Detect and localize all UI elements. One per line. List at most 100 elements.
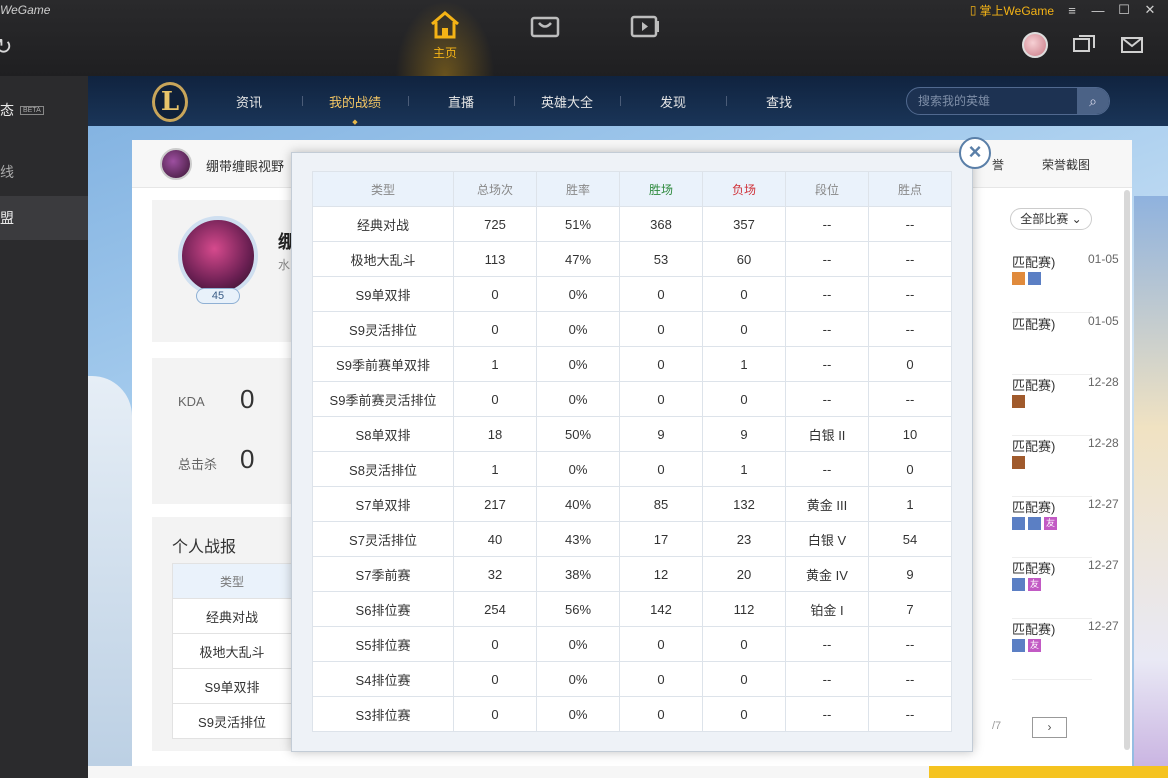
table-row[interactable]: S9季前赛灵活排位 0 0% 0 0 -- -- <box>312 381 952 417</box>
profile-avatar <box>178 216 258 296</box>
match-item[interactable]: 匹配赛) 12-28 <box>1012 375 1119 436</box>
table-header-row: 类型 总场次 胜率 胜场 负场 段位 胜点 <box>312 171 952 207</box>
bottom-accent <box>929 766 1168 778</box>
minimize-icon[interactable]: — <box>1090 3 1106 18</box>
table-row[interactable]: S9灵活排位 0 0% 0 0 -- -- <box>312 311 952 347</box>
table-row[interactable]: S7季前赛 32 38% 12 20 黄金 IV 9 <box>312 556 952 592</box>
refresh-icon[interactable]: ↻ <box>0 34 12 60</box>
hero-search-input[interactable]: 搜索我的英雄 ⌕ <box>906 87 1110 115</box>
table-row[interactable]: S9灵活排位 <box>172 703 292 739</box>
honor-screenshot-link[interactable]: 荣誉截图 <box>1042 156 1090 173</box>
honor-link[interactable]: 誉 <box>992 156 1004 173</box>
cell-rank: 白银 II <box>785 416 869 452</box>
lol-tab-news[interactable]: 资讯 <box>196 76 302 126</box>
table-row[interactable]: S6排位赛 254 56% 142 112 铂金 I7 <box>312 591 952 627</box>
personal-header: 类型 <box>172 563 292 599</box>
picture-icon <box>1028 272 1041 285</box>
lol-tab-live[interactable]: 直播 <box>408 76 514 126</box>
lol-nav: 资讯 我的战绩 直播 英雄大全 发现 查找 <box>196 76 832 127</box>
mail-icon[interactable] <box>1120 34 1144 56</box>
cell-type: S6排位赛 <box>312 591 454 627</box>
table-row[interactable]: S7灵活排位 40 43% 17 23 白银 V 54 <box>312 521 952 557</box>
mobile-wegame-link[interactable]: ▯ 掌上WeGame <box>970 2 1054 19</box>
chat-icon[interactable] <box>1072 34 1096 56</box>
sidebar-item-3[interactable]: 盟 <box>0 196 88 240</box>
table-row[interactable]: S9单双排 0 0% 0 0 -- -- <box>312 276 952 312</box>
ranked-stats-table: 类型 总场次 胜率 胜场 负场 段位 胜点 经典对战 725 51% 368 357 --… <box>312 171 952 732</box>
cell-rank: -- <box>785 626 869 662</box>
table-row[interactable]: 经典对战 725 51% 368 357 -- -- <box>312 206 952 242</box>
cell-total: 40 <box>453 521 537 557</box>
cell-rank: -- <box>785 276 869 312</box>
table-row[interactable]: S8灵活排位 1 0% 0 1 -- 0 <box>312 451 952 487</box>
table-row[interactable]: S4排位赛 0 0% 0 0 -- -- <box>312 661 952 697</box>
table-row[interactable]: S8单双排 18 50% 9 9 白银 II 10 <box>312 416 952 452</box>
page-scrollbar[interactable] <box>1124 190 1130 750</box>
nav-video-button[interactable] <box>595 0 695 76</box>
cell-losses: 1 <box>702 346 786 382</box>
table-row[interactable]: S5排位赛 0 0% 0 0 -- -- <box>312 626 952 662</box>
nav-home-button[interactable]: 主页 <box>395 0 495 76</box>
video-icon <box>630 15 659 38</box>
cell-total: 1 <box>453 346 537 382</box>
cell-type: 极地大乱斗 <box>312 241 454 277</box>
match-item[interactable]: 匹配赛) 12-28 <box>1012 436 1119 497</box>
table-row[interactable]: 极地大乱斗 <box>172 633 292 669</box>
beta-badge: BETA <box>20 105 44 115</box>
lol-tab-discover[interactable]: 发现 <box>620 76 726 126</box>
match-filter-dropdown[interactable]: 全部比赛 ⌄ <box>1010 208 1092 230</box>
lol-tab-my-records[interactable]: 我的战绩 <box>302 76 408 126</box>
cell-rank: -- <box>785 206 869 242</box>
cell-wins: 53 <box>619 241 703 277</box>
chevron-right-icon: › <box>1047 720 1052 734</box>
sidebar-item-2[interactable]: 线 <box>0 150 88 194</box>
cell-lp: -- <box>868 381 952 417</box>
cell-winrate: 0% <box>536 661 620 697</box>
cell-losses: 132 <box>702 486 786 522</box>
pager-total: /7 <box>992 720 1002 732</box>
match-item[interactable]: 匹配赛) 01-05 <box>1012 314 1119 375</box>
match-item[interactable]: 匹配赛) 12-27 友 <box>1012 619 1119 680</box>
table-row[interactable]: 极地大乱斗 113 47% 53 60 -- -- <box>312 241 952 277</box>
close-icon[interactable]: × <box>959 137 991 169</box>
match-item[interactable]: 匹配赛) 12-27 友 <box>1012 558 1119 619</box>
cell-type: 经典对战 <box>312 206 454 242</box>
cell-total: 18 <box>453 416 537 452</box>
col-type: 类型 <box>312 171 454 207</box>
cell-rank: -- <box>785 381 869 417</box>
table-row[interactable]: S9单双排 <box>172 668 292 704</box>
search-icon[interactable]: ⌕ <box>1077 88 1109 114</box>
table-row[interactable]: S9季前赛单双排 1 0% 0 1 -- 0 <box>312 346 952 382</box>
pager-next-button[interactable]: › <box>1032 717 1067 738</box>
table-row[interactable]: 经典对战 <box>172 598 292 634</box>
cell-winrate: 50% <box>536 416 620 452</box>
match-item[interactable]: 匹配赛) 12-27 友 <box>1012 497 1119 558</box>
cell-wins: 0 <box>619 626 703 662</box>
nav-shop-button[interactable] <box>495 0 595 76</box>
tag-icon <box>1012 272 1025 285</box>
menu-icon[interactable]: ≡ <box>1064 3 1080 18</box>
user-avatar[interactable] <box>1022 32 1048 58</box>
phone-icon: ▯ <box>969 3 977 17</box>
sidebar-item-1[interactable]: 态 BETA <box>0 88 88 132</box>
chevron-down-icon: ⌄ <box>1071 212 1082 226</box>
lol-tab-search[interactable]: 查找 <box>726 76 832 126</box>
cell-lp: 10 <box>868 416 952 452</box>
cell-rank: -- <box>785 696 869 732</box>
cell-total: 1 <box>453 451 537 487</box>
lol-tab-champions[interactable]: 英雄大全 <box>514 76 620 126</box>
maximize-icon[interactable]: ☐ <box>1116 2 1132 18</box>
table-row[interactable]: S7单双排 217 40% 85 132 黄金 III 1 <box>312 486 952 522</box>
cell-rank: 铂金 I <box>785 591 869 627</box>
close-window-icon[interactable]: ✕ <box>1142 2 1158 18</box>
cell-total: 32 <box>453 556 537 592</box>
brand-logo: WeGame <box>0 3 51 17</box>
cell-type: S8灵活排位 <box>312 451 454 487</box>
lol-logo[interactable]: L <box>152 82 188 122</box>
table-row[interactable]: S3排位赛 0 0% 0 0 -- -- <box>312 696 952 732</box>
cell-total: 113 <box>453 241 537 277</box>
cell-rank: 白银 V <box>785 521 869 557</box>
cell-losses: 0 <box>702 661 786 697</box>
cell-losses: 20 <box>702 556 786 592</box>
match-item[interactable]: 匹配赛) 01-05 <box>1012 252 1119 313</box>
